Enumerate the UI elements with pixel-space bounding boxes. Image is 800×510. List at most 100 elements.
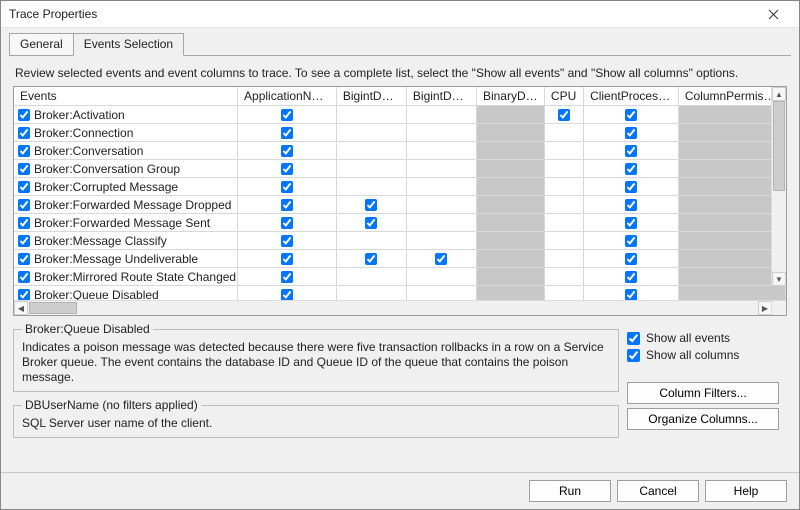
- cell-app[interactable]: [238, 214, 337, 232]
- cell-cpu[interactable]: [544, 250, 583, 268]
- cell-big1[interactable]: [336, 142, 406, 160]
- scroll-down-button[interactable]: ▼: [772, 272, 786, 286]
- cell-big1[interactable]: [336, 214, 406, 232]
- event-row-checkbox[interactable]: [18, 163, 30, 175]
- cell-checkbox[interactable]: [281, 253, 293, 265]
- event-cell[interactable]: Broker:Conversation: [14, 142, 238, 160]
- cell-checkbox[interactable]: [281, 235, 293, 247]
- column-header-big2[interactable]: BigintData2: [406, 87, 476, 106]
- event-cell[interactable]: Broker:Forwarded Message Dropped: [14, 196, 238, 214]
- cell-checkbox[interactable]: [365, 217, 377, 229]
- cell-app[interactable]: [238, 232, 337, 250]
- cell-checkbox[interactable]: [365, 253, 377, 265]
- cell-cpu[interactable]: [544, 214, 583, 232]
- cell-cpu[interactable]: [544, 268, 583, 286]
- cell-checkbox[interactable]: [625, 217, 637, 229]
- horizontal-scrollbar[interactable]: ◀ ▶: [14, 300, 786, 315]
- cell-cpid[interactable]: [584, 250, 679, 268]
- cell-big1[interactable]: [336, 250, 406, 268]
- cell-cpid[interactable]: [584, 106, 679, 124]
- cell-cpu[interactable]: [544, 196, 583, 214]
- cell-big1[interactable]: [336, 160, 406, 178]
- cell-big1[interactable]: [336, 178, 406, 196]
- cell-checkbox[interactable]: [625, 181, 637, 193]
- cell-big1[interactable]: [336, 124, 406, 142]
- cancel-button[interactable]: Cancel: [617, 480, 699, 502]
- cell-checkbox[interactable]: [558, 109, 570, 121]
- close-button[interactable]: [753, 3, 793, 25]
- cell-checkbox[interactable]: [281, 109, 293, 121]
- event-row-checkbox[interactable]: [18, 271, 30, 283]
- cell-big2[interactable]: [406, 106, 476, 124]
- event-cell[interactable]: Broker:Message Undeliverable: [14, 250, 238, 268]
- cell-cpid[interactable]: [584, 142, 679, 160]
- column-header-cpid[interactable]: ClientProcessID: [584, 87, 679, 106]
- event-cell[interactable]: Broker:Mirrored Route State Changed: [14, 268, 238, 286]
- cell-cpu[interactable]: [544, 124, 583, 142]
- cell-cpu[interactable]: [544, 178, 583, 196]
- cell-checkbox[interactable]: [625, 253, 637, 265]
- cell-cpid[interactable]: [584, 124, 679, 142]
- cell-big2[interactable]: [406, 178, 476, 196]
- vertical-scroll-thumb[interactable]: [773, 101, 785, 191]
- cell-cpid[interactable]: [584, 178, 679, 196]
- cell-checkbox[interactable]: [435, 253, 447, 265]
- cell-checkbox[interactable]: [625, 271, 637, 283]
- cell-checkbox[interactable]: [365, 199, 377, 211]
- cell-app[interactable]: [238, 160, 337, 178]
- cell-big2[interactable]: [406, 160, 476, 178]
- cell-checkbox[interactable]: [625, 127, 637, 139]
- event-cell[interactable]: Broker:Message Classify: [14, 232, 238, 250]
- event-cell[interactable]: Broker:Queue Disabled: [14, 286, 238, 301]
- cell-big2[interactable]: [406, 214, 476, 232]
- event-row-checkbox[interactable]: [18, 127, 30, 139]
- event-row-checkbox[interactable]: [18, 235, 30, 247]
- cell-big1[interactable]: [336, 268, 406, 286]
- event-cell[interactable]: Broker:Corrupted Message: [14, 178, 238, 196]
- horizontal-scroll-thumb[interactable]: [29, 302, 77, 314]
- cell-cpu[interactable]: [544, 232, 583, 250]
- cell-big1[interactable]: [336, 106, 406, 124]
- cell-cpu[interactable]: [544, 286, 583, 301]
- column-header-big1[interactable]: BigintData1: [336, 87, 406, 106]
- cell-big2[interactable]: [406, 196, 476, 214]
- cell-big2[interactable]: [406, 286, 476, 301]
- organize-columns-button[interactable]: Organize Columns...: [627, 408, 779, 430]
- cell-app[interactable]: [238, 178, 337, 196]
- show-all-columns-checkbox[interactable]: Show all columns: [627, 348, 787, 362]
- cell-app[interactable]: [238, 196, 337, 214]
- scroll-up-button[interactable]: ▲: [772, 87, 786, 101]
- cell-big2[interactable]: [406, 232, 476, 250]
- cell-big1[interactable]: [336, 196, 406, 214]
- cell-app[interactable]: [238, 250, 337, 268]
- cell-checkbox[interactable]: [281, 127, 293, 139]
- cell-app[interactable]: [238, 268, 337, 286]
- cell-cpid[interactable]: [584, 268, 679, 286]
- tab-general[interactable]: General: [9, 33, 74, 56]
- cell-checkbox[interactable]: [625, 109, 637, 121]
- cell-checkbox[interactable]: [625, 289, 637, 300]
- cell-cpid[interactable]: [584, 232, 679, 250]
- column-header-bin[interactable]: BinaryData: [476, 87, 544, 106]
- cell-cpid[interactable]: [584, 160, 679, 178]
- event-row-checkbox[interactable]: [18, 199, 30, 211]
- event-cell[interactable]: Broker:Connection: [14, 124, 238, 142]
- cell-checkbox[interactable]: [281, 181, 293, 193]
- cell-cpu[interactable]: [544, 106, 583, 124]
- vertical-scrollbar[interactable]: ▲ ▼: [771, 87, 786, 286]
- scroll-right-button[interactable]: ▶: [758, 301, 772, 315]
- event-row-checkbox[interactable]: [18, 289, 30, 300]
- cell-cpid[interactable]: [584, 196, 679, 214]
- cell-cpid[interactable]: [584, 214, 679, 232]
- cell-app[interactable]: [238, 142, 337, 160]
- cell-checkbox[interactable]: [625, 199, 637, 211]
- cell-cpu[interactable]: [544, 160, 583, 178]
- cell-big1[interactable]: [336, 232, 406, 250]
- event-cell[interactable]: Broker:Forwarded Message Sent: [14, 214, 238, 232]
- tab-events-selection[interactable]: Events Selection: [73, 33, 184, 56]
- cell-big2[interactable]: [406, 124, 476, 142]
- cell-checkbox[interactable]: [281, 145, 293, 157]
- show-all-events-input[interactable]: [627, 332, 640, 345]
- event-row-checkbox[interactable]: [18, 109, 30, 121]
- event-row-checkbox[interactable]: [18, 145, 30, 157]
